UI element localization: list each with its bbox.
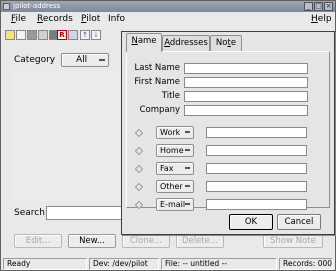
file-status: File: -- untitled --: [161, 258, 277, 270]
phone-type-select[interactable]: Other: [156, 180, 194, 193]
phone-type-select[interactable]: E-mail: [156, 198, 194, 211]
last-name-field[interactable]: [184, 63, 308, 74]
search-label: Search:: [14, 208, 48, 218]
close-icon[interactable]: ×: [324, 2, 333, 11]
phone-radio[interactable]: [134, 128, 144, 138]
chevron-down-icon: [185, 203, 190, 205]
toolbar: R ↑ ↓: [1, 28, 121, 42]
menu-bar: File Records Pilot Info Help: [1, 12, 335, 27]
folder-icon[interactable]: [5, 30, 15, 40]
phone-radio[interactable]: [134, 164, 144, 174]
down-arrow-icon[interactable]: ↓: [91, 30, 101, 40]
tab-note[interactable]: Note: [210, 35, 242, 51]
r-icon[interactable]: R: [57, 30, 67, 40]
maximize-icon[interactable]: □: [314, 2, 323, 11]
category-value: All: [76, 55, 88, 65]
tab-name[interactable]: Name: [126, 33, 162, 52]
title-bar[interactable]: jpilot-address _ □ ×: [1, 1, 335, 12]
phone-field[interactable]: [206, 145, 307, 156]
chevron-down-icon: [99, 59, 105, 61]
phone-radio[interactable]: [134, 200, 144, 210]
menu-help[interactable]: Help: [311, 14, 332, 25]
menu-info[interactable]: Info: [108, 14, 125, 25]
chevron-down-icon: [185, 185, 190, 187]
company-field[interactable]: [184, 105, 308, 116]
phone-radio[interactable]: [134, 146, 144, 156]
tab-addresses[interactable]: Addresses: [162, 35, 210, 51]
cancel-button[interactable]: Cancel: [277, 214, 321, 230]
company-label: Company: [139, 105, 180, 115]
address-list[interactable]: [13, 71, 123, 201]
phone-type-select[interactable]: Home: [156, 144, 194, 157]
first-name-label: First Name: [134, 77, 180, 87]
device-status: Dev: /dev/pilot: [89, 258, 159, 270]
records-count: Records: 000: [279, 258, 333, 270]
category-label: Category: [14, 55, 56, 65]
email-field[interactable]: [206, 199, 307, 210]
title-field[interactable]: [184, 91, 308, 102]
new-button[interactable]: New...: [68, 234, 116, 248]
new-doc-icon[interactable]: [16, 30, 26, 40]
phone-radio[interactable]: [134, 182, 144, 192]
chevron-down-icon: [185, 131, 190, 133]
title-label: Title: [161, 91, 180, 101]
main-window: jpilot-address _ □ × File Records Pilot …: [0, 0, 336, 271]
phone-field[interactable]: [206, 163, 307, 174]
phone-field[interactable]: [206, 181, 307, 192]
record-icon[interactable]: [38, 30, 48, 40]
menu-pilot[interactable]: Pilot: [81, 14, 100, 25]
clone-button[interactable]: Clone...: [122, 234, 170, 248]
ok-button[interactable]: OK: [229, 214, 273, 230]
chevron-down-icon: [185, 167, 190, 169]
chevron-down-icon: [185, 149, 190, 151]
status-bar: Ready Dev: /dev/pilot File: -- untitled …: [1, 258, 335, 270]
edit-button[interactable]: Edit...: [14, 234, 62, 248]
category-select[interactable]: All: [61, 53, 109, 67]
hotsync-icon[interactable]: [68, 30, 78, 40]
last-name-label: Last Name: [134, 63, 180, 73]
search-input[interactable]: [46, 206, 126, 220]
up-arrow-icon[interactable]: ↑: [80, 30, 90, 40]
save-icon[interactable]: [27, 30, 37, 40]
window-title: jpilot-address: [13, 2, 61, 10]
delete-button[interactable]: Delete...: [176, 234, 224, 248]
name-tab-panel: Last Name First Name Title Company Work …: [126, 51, 330, 211]
first-name-field[interactable]: [184, 77, 308, 88]
phone-type-select[interactable]: Fax: [156, 162, 194, 175]
phone-field[interactable]: [206, 127, 307, 138]
edit-record-dialog: Name Addresses Note Last Name First Name…: [121, 31, 335, 235]
app-icon: [3, 3, 10, 10]
minimize-icon[interactable]: _: [304, 2, 313, 11]
status-text: Ready: [3, 258, 87, 270]
show-note-button[interactable]: Show Note: [263, 234, 323, 248]
phone-type-select[interactable]: Work: [156, 126, 194, 139]
menu-records[interactable]: Records: [37, 14, 73, 25]
menu-file[interactable]: File: [11, 14, 26, 25]
